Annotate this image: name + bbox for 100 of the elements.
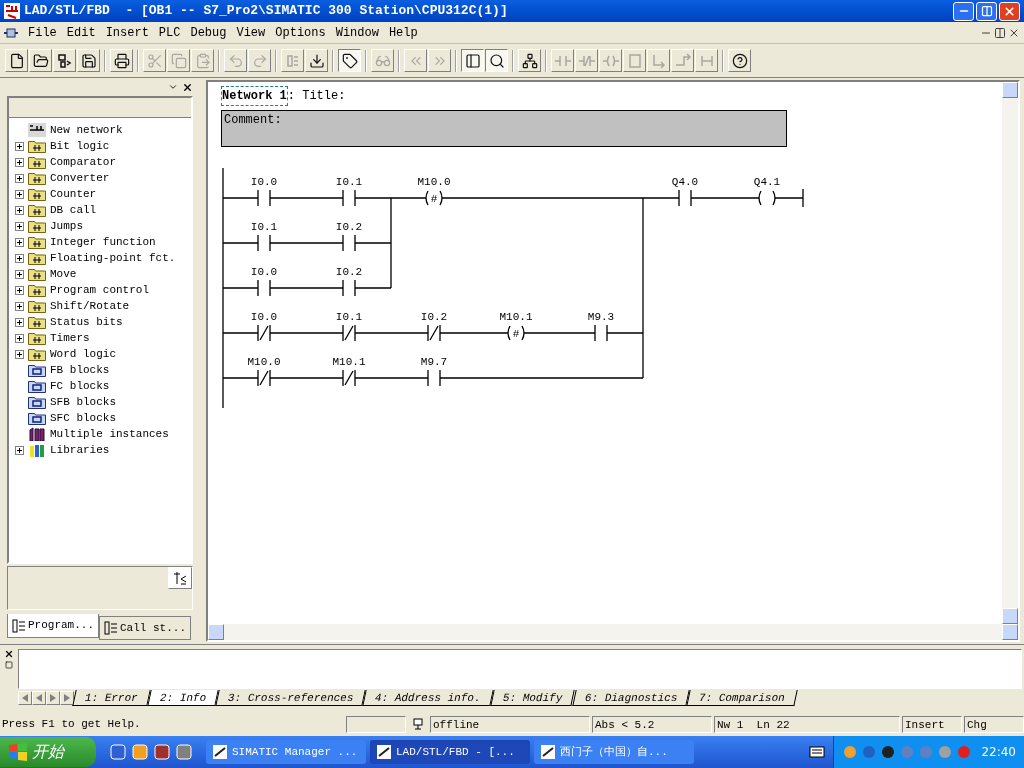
output-tab[interactable]: 5: Modify bbox=[490, 690, 576, 706]
catalog-item[interactable]: Floating-point fct. bbox=[50, 249, 176, 267]
panel-tab[interactable]: Program... bbox=[7, 614, 99, 638]
catalog-item[interactable]: Word logic bbox=[50, 345, 116, 363]
catalog-item[interactable]: Multiple instances bbox=[50, 425, 169, 443]
expand-toggle[interactable] bbox=[15, 157, 24, 167]
catalog-item[interactable]: Shift/Rotate bbox=[50, 297, 130, 315]
normally-open-contact[interactable] bbox=[342, 234, 356, 252]
output-tab[interactable]: 2: Info bbox=[147, 690, 219, 706]
expand-toggle[interactable] bbox=[15, 349, 24, 359]
catalog-item[interactable]: Comparator bbox=[50, 153, 116, 171]
taskbar-button[interactable]: SIMATIC Manager ... bbox=[206, 740, 366, 764]
expand-toggle[interactable] bbox=[15, 189, 24, 199]
coil[interactable] bbox=[507, 325, 525, 341]
expand-toggle[interactable] bbox=[15, 205, 24, 215]
keyboard-icon[interactable] bbox=[809, 746, 826, 758]
normally-open-contact[interactable] bbox=[257, 189, 271, 207]
catalog-item[interactable]: Move bbox=[50, 265, 77, 283]
horizontal-scrollbar[interactable] bbox=[208, 624, 1018, 640]
catalog-item[interactable]: DB call bbox=[50, 201, 97, 219]
menu-item[interactable]: PLC bbox=[158, 23, 181, 42]
restore-icon[interactable] bbox=[5, 661, 13, 669]
catalog-item[interactable]: FB blocks bbox=[50, 361, 110, 379]
close-button[interactable] bbox=[999, 1, 1020, 21]
expand-toggle[interactable] bbox=[15, 269, 24, 279]
network-tool-button[interactable] bbox=[518, 49, 541, 72]
coil[interactable] bbox=[758, 190, 776, 206]
normally-open-contact[interactable] bbox=[342, 189, 356, 207]
catalog-item[interactable]: Counter bbox=[50, 185, 97, 203]
catalog-item[interactable]: Jumps bbox=[50, 217, 83, 235]
normally-open-contact[interactable] bbox=[342, 279, 356, 297]
tag-tool-button[interactable] bbox=[338, 49, 361, 72]
insert-button[interactable] bbox=[168, 567, 192, 589]
quick-launch-icon[interactable] bbox=[176, 744, 192, 760]
menu-item[interactable]: Edit bbox=[66, 23, 96, 42]
nodes-tool-button[interactable] bbox=[53, 49, 76, 72]
scroll-left-button[interactable] bbox=[18, 691, 32, 705]
open-tool-button[interactable] bbox=[29, 49, 52, 72]
catalog-item[interactable]: Integer function bbox=[50, 233, 156, 251]
catalog-item[interactable]: Bit logic bbox=[50, 137, 110, 155]
minimize-button[interactable] bbox=[953, 1, 974, 21]
output-tab[interactable]: 7: Comparison bbox=[686, 690, 798, 706]
catalog-item[interactable]: SFC blocks bbox=[50, 409, 116, 427]
close-icon[interactable] bbox=[4, 649, 14, 659]
network-label[interactable]: Network 1 bbox=[221, 86, 288, 106]
help-tool-button[interactable] bbox=[728, 49, 751, 72]
expand-toggle[interactable] bbox=[15, 445, 24, 455]
catalog-item[interactable]: SFB blocks bbox=[50, 393, 116, 411]
close-icon[interactable] bbox=[182, 81, 193, 93]
expand-toggle[interactable] bbox=[15, 301, 24, 311]
vertical-scrollbar[interactable] bbox=[1002, 82, 1018, 624]
save-tool-button[interactable] bbox=[77, 49, 100, 72]
normally-closed-contact[interactable] bbox=[427, 324, 441, 342]
comment-box[interactable]: Comment: bbox=[221, 110, 787, 147]
menu-item[interactable]: Help bbox=[388, 23, 418, 42]
new-tool-button[interactable] bbox=[5, 49, 28, 72]
normally-open-contact[interactable] bbox=[678, 189, 692, 207]
dropdown-icon[interactable] bbox=[168, 82, 178, 92]
overview-tool-button[interactable] bbox=[461, 49, 484, 72]
output-tab[interactable]: 3: Cross-references bbox=[215, 690, 367, 706]
menu-item[interactable]: Debug bbox=[190, 23, 227, 42]
restore-icon[interactable] bbox=[994, 26, 1006, 39]
taskbar-button[interactable]: 西门子（中国）自... bbox=[534, 740, 694, 764]
menu-item[interactable]: Options bbox=[275, 23, 326, 42]
normally-open-contact[interactable] bbox=[257, 234, 271, 252]
output-tab[interactable]: 4: Address info. bbox=[362, 690, 494, 706]
details-tool-button[interactable] bbox=[485, 49, 508, 72]
quick-launch-icon[interactable] bbox=[154, 744, 170, 760]
menu-item[interactable]: View bbox=[236, 23, 266, 42]
scroll-left-button[interactable] bbox=[32, 691, 46, 705]
panel-tab[interactable]: Call st... bbox=[99, 616, 192, 640]
output-tab[interactable]: 1: Error bbox=[72, 690, 151, 706]
normally-closed-contact[interactable] bbox=[257, 324, 271, 342]
download-tool-button[interactable] bbox=[305, 49, 328, 72]
scroll-right-button[interactable] bbox=[60, 691, 74, 705]
normally-closed-contact[interactable] bbox=[257, 369, 271, 387]
expand-toggle[interactable] bbox=[15, 285, 24, 295]
expand-toggle[interactable] bbox=[15, 237, 24, 247]
menu-item[interactable]: File bbox=[28, 23, 57, 42]
menu-item[interactable]: Insert bbox=[105, 23, 149, 42]
catalog-item[interactable]: Program control bbox=[50, 281, 150, 299]
expand-toggle[interactable] bbox=[15, 333, 24, 343]
tray-icon[interactable] bbox=[880, 744, 897, 760]
normally-closed-contact[interactable] bbox=[342, 324, 356, 342]
print-tool-button[interactable] bbox=[110, 49, 133, 72]
catalog-item[interactable]: Converter bbox=[50, 169, 110, 187]
quick-launch-icon[interactable] bbox=[110, 744, 126, 760]
catalog-item[interactable]: New network bbox=[50, 121, 123, 139]
normally-open-contact[interactable] bbox=[257, 279, 271, 297]
output-tab[interactable]: 6: Diagnostics bbox=[571, 690, 690, 706]
expand-toggle[interactable] bbox=[15, 317, 24, 327]
normally-open-contact[interactable] bbox=[427, 369, 441, 387]
restore-button[interactable] bbox=[976, 1, 997, 21]
catalog-item[interactable]: Status bits bbox=[50, 313, 123, 331]
taskbar-button[interactable]: LAD/STL/FBD - [... bbox=[370, 740, 530, 764]
menu-item[interactable]: Window bbox=[335, 23, 379, 42]
catalog-item[interactable]: Libraries bbox=[50, 441, 110, 459]
catalog-item[interactable]: FC blocks bbox=[50, 377, 110, 395]
expand-toggle[interactable] bbox=[15, 221, 24, 231]
normally-open-contact[interactable] bbox=[594, 324, 608, 342]
